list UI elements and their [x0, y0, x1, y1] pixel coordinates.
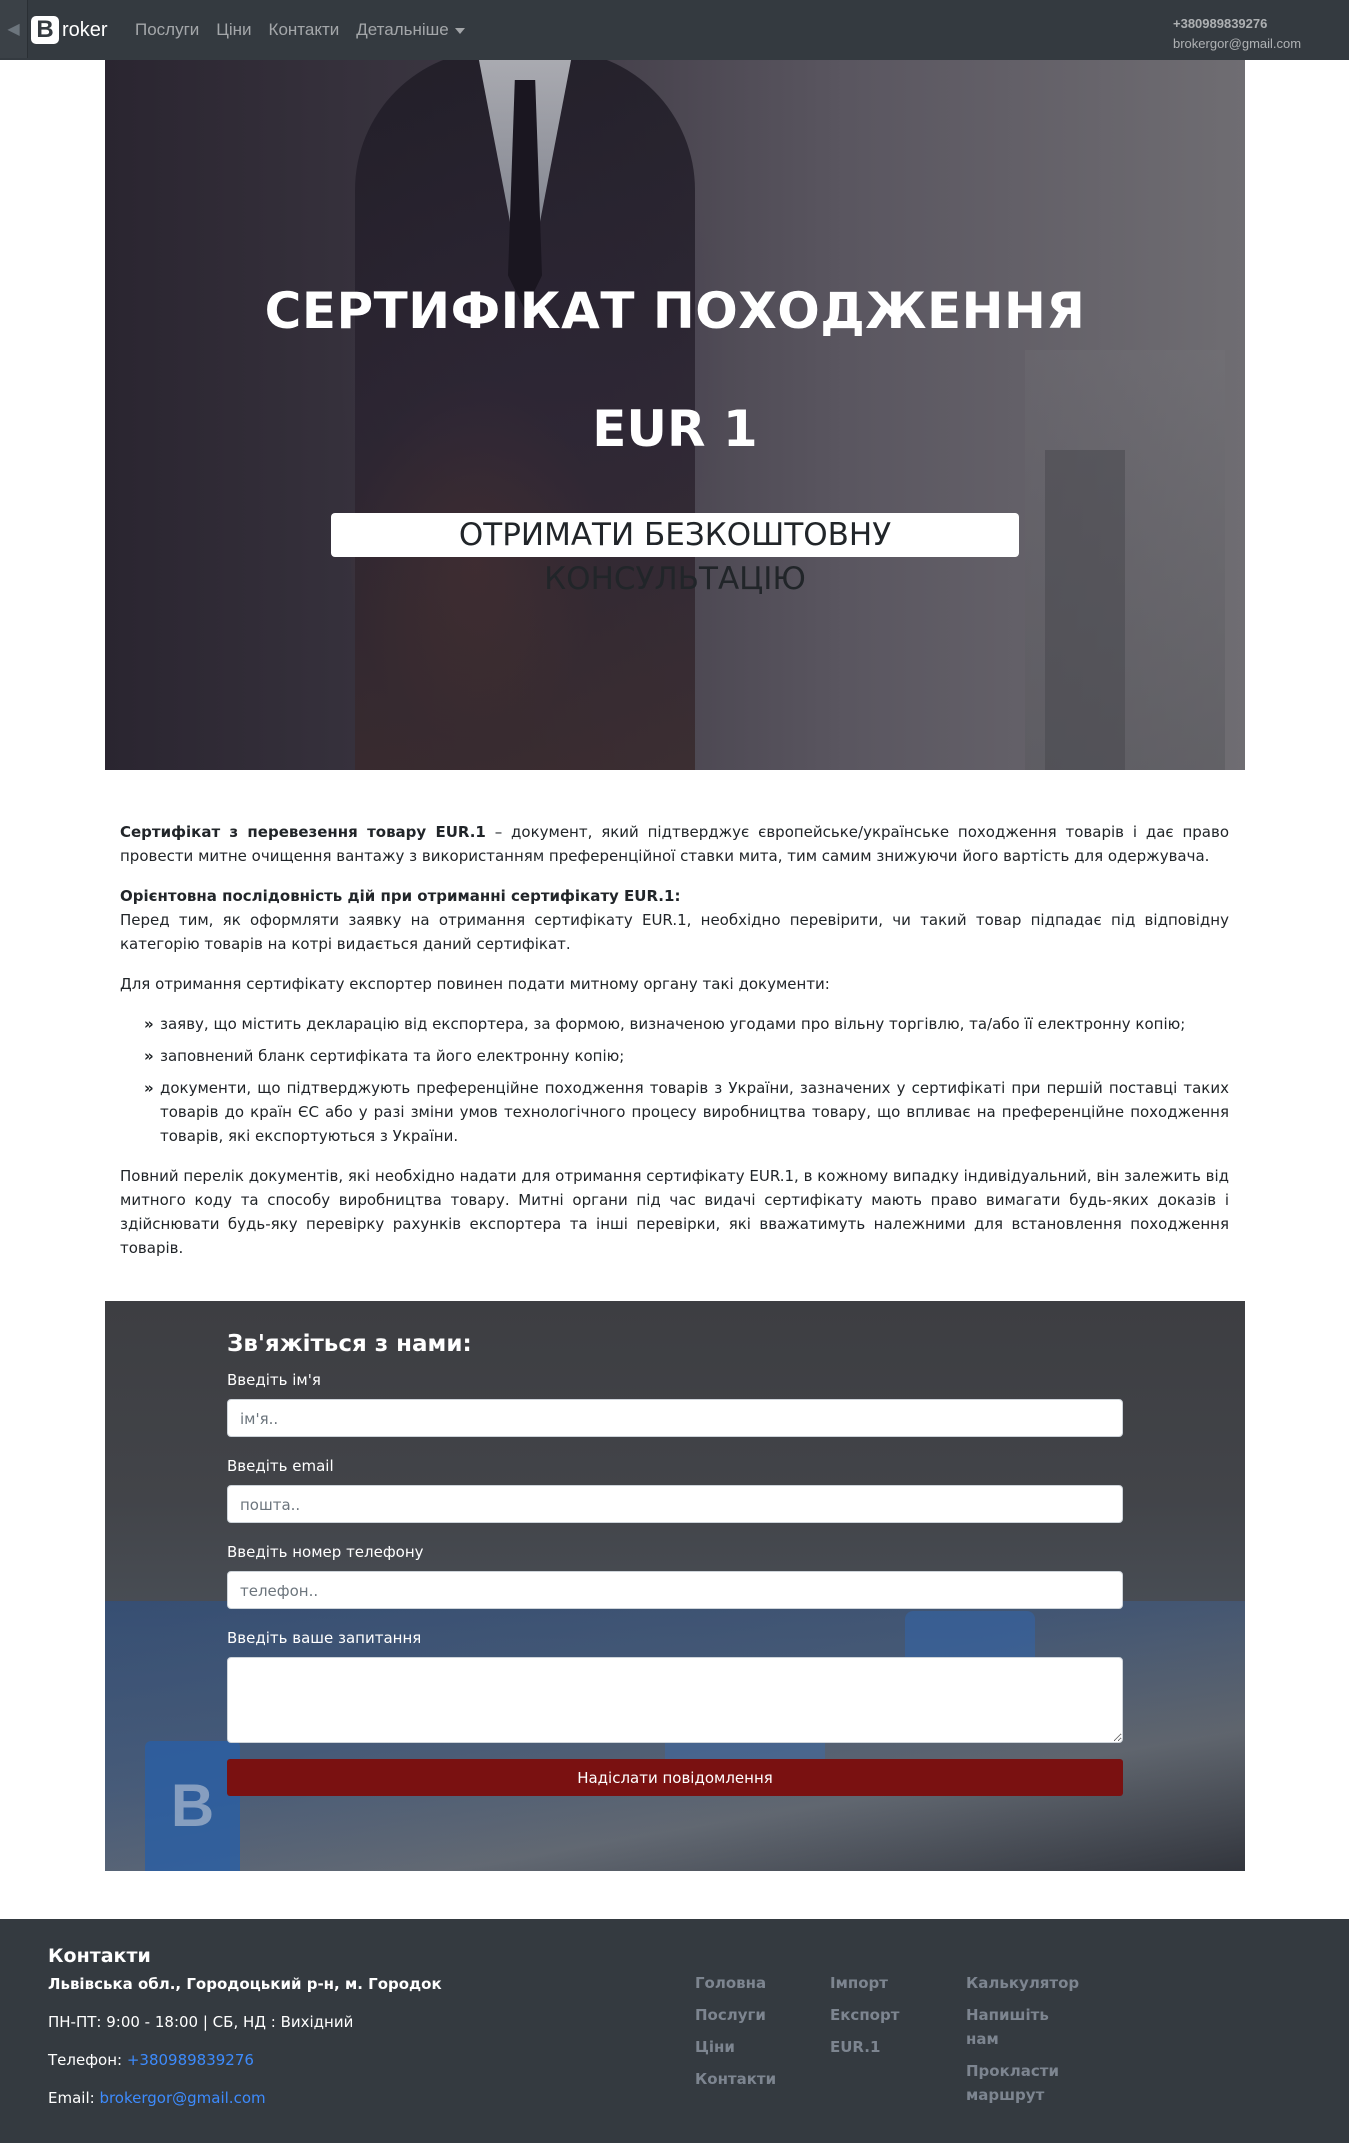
footer-phone: Телефон: +380989839276 — [48, 2051, 648, 2069]
brand-letter: B — [31, 16, 59, 44]
nav-dropdown-label: Детальніше — [356, 20, 449, 39]
phone-label: Введіть номер телефону — [227, 1543, 424, 1561]
name-label: Введіть ім'я — [227, 1371, 321, 1389]
phone-input[interactable] — [227, 1571, 1123, 1609]
paragraph-1: Перед тим, як оформляти заявку на отрима… — [120, 911, 1229, 953]
sequence-heading: Орієнтовна послідовність дій при отриман… — [120, 884, 1229, 908]
footer-link-write-us[interactable]: Напишіть нам — [966, 2003, 1066, 2051]
list-item: заповнений бланк сертифіката та його еле… — [144, 1044, 1229, 1068]
footer-link-services[interactable]: Послуги — [695, 2003, 776, 2027]
nav-link-services[interactable]: Послуги — [135, 20, 199, 40]
question-label: Введіть ваше запитання — [227, 1629, 422, 1647]
nav-links: Послуги Ціни Контакти Детальніше — [135, 20, 465, 40]
paragraph-2: Для отримання сертифікату експортер пови… — [120, 975, 830, 993]
hero-subtitle: EUR 1 — [592, 400, 758, 458]
footer-link-import[interactable]: Імпорт — [830, 1971, 899, 1995]
hero-image-city2 — [1045, 450, 1125, 770]
chevron-down-icon — [454, 27, 465, 34]
back-arrow-icon[interactable]: ◀ — [0, 0, 28, 58]
question-textarea[interactable] — [227, 1657, 1123, 1743]
footer-link-eur1[interactable]: EUR.1 — [830, 2035, 899, 2059]
footer-title: Контакти — [48, 1945, 151, 1967]
nav-dropdown-more[interactable]: Детальніше — [356, 20, 465, 40]
footer-nav-col-3: Калькулятор Напишіть нам Прокласти маршр… — [966, 1971, 1079, 2115]
footer-nav-col-1: Головна Послуги Ціни Контакти — [695, 1971, 776, 2099]
footer-link-calculator[interactable]: Калькулятор — [966, 1971, 1079, 1995]
footer-phone-link[interactable]: +380989839276 — [127, 2051, 254, 2069]
contact-form: Зв'яжіться з нами: Введіть ім'я Введіть … — [227, 1331, 1123, 1796]
contact-form-section: B Зв'яжіться з нами: Введіть ім'я Введіт… — [105, 1301, 1245, 1871]
intro-bold: Сертифікат з перевезення товару EUR.1 — [120, 823, 486, 841]
paragraph-3: Повний перелік документів, які необхідно… — [120, 1167, 1229, 1257]
footer-email-link[interactable]: brokergor@gmail.com — [99, 2089, 265, 2107]
documents-list: заяву, що містить декларацію від експорт… — [144, 1012, 1229, 1148]
nav-email: brokergor@gmail.com — [1173, 36, 1302, 51]
footer-email-label: Email: — [48, 2089, 100, 2107]
footer-hours: ПН-ПТ: 9:00 - 18:00 | СБ, НД : Вихідний — [48, 2013, 354, 2031]
article-content: Сертифікат з перевезення товару EUR.1 – … — [120, 820, 1229, 1276]
footer-link-export[interactable]: Експорт — [830, 2003, 899, 2027]
footer-link-contacts[interactable]: Контакти — [695, 2067, 776, 2091]
free-consultation-button[interactable]: ОТРИМАТИ БЕЗКОШТОВНУ КОНСУЛЬТАЦІЮ — [331, 513, 1019, 597]
sequence-heading-text: Орієнтовна послідовність дій при отриман… — [120, 887, 681, 905]
footer-link-prices[interactable]: Ціни — [695, 2035, 776, 2059]
top-navbar: ◀ B roker Послуги Ціни Контакти Детальні… — [0, 0, 1349, 60]
footer-contacts: Контакти Львівська обл., Городоцький р-н… — [48, 1945, 648, 2127]
name-input[interactable] — [227, 1399, 1123, 1437]
hero-title: СЕРТИФІКАТ ПОХОДЖЕННЯ — [264, 282, 1086, 340]
submit-button[interactable]: Надіслати повідомлення — [227, 1759, 1123, 1796]
form-bg-folder-b: B — [145, 1741, 240, 1871]
footer-nav-col-2: Імпорт Експорт EUR.1 — [830, 1971, 899, 2067]
brand-text: roker — [62, 18, 108, 41]
nav-phone: +380989839276 — [1173, 16, 1268, 31]
footer-address: Львівська обл., Городоцький р-н, м. Горо… — [48, 1975, 442, 1993]
list-item: заяву, що містить декларацію від експорт… — [144, 1012, 1229, 1036]
footer-email: Email: brokergor@gmail.com — [48, 2089, 648, 2107]
footer-phone-label: Телефон: — [48, 2051, 127, 2069]
email-input[interactable] — [227, 1485, 1123, 1523]
nav-link-prices[interactable]: Ціни — [216, 20, 251, 40]
form-title: Зв'яжіться з нами: — [227, 1331, 472, 1357]
brand-logo[interactable]: B roker — [31, 16, 108, 44]
intro-paragraph: Сертифікат з перевезення товару EUR.1 – … — [120, 820, 1229, 868]
footer: Контакти Львівська обл., Городоцький р-н… — [0, 1919, 1349, 2143]
footer-link-home[interactable]: Головна — [695, 1971, 776, 1995]
nav-contact-info: +380989839276 brokergor@gmail.com — [1173, 14, 1301, 54]
hero-banner: СЕРТИФІКАТ ПОХОДЖЕННЯ EUR 1 ОТРИМАТИ БЕЗ… — [105, 60, 1245, 770]
list-item: документи, що підтверджують преференційн… — [144, 1076, 1229, 1148]
email-label: Введіть email — [227, 1457, 334, 1475]
footer-link-route[interactable]: Прокласти маршрут — [966, 2059, 1066, 2107]
nav-link-contacts[interactable]: Контакти — [269, 20, 340, 40]
